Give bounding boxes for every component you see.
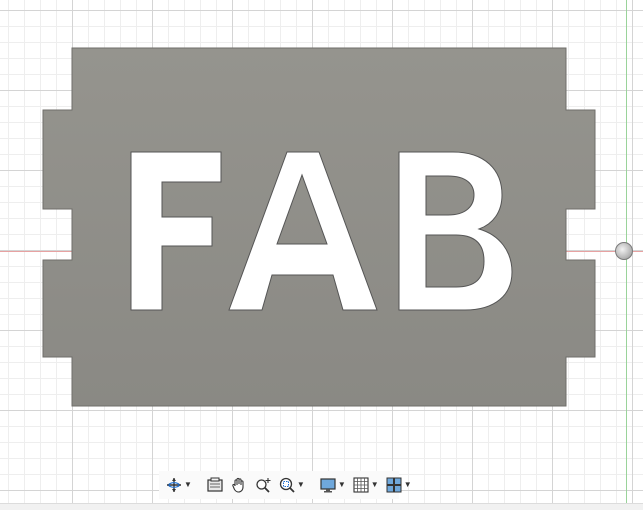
grid-settings-button[interactable]: ▼ [350, 473, 381, 497]
chevron-down-icon[interactable]: ▼ [404, 481, 412, 489]
zoom-icon [256, 478, 271, 493]
display-settings-button[interactable]: ▼ [317, 473, 348, 497]
grid-icon [353, 477, 369, 493]
zoom-button[interactable] [252, 473, 274, 497]
viewports-icon [386, 477, 402, 493]
chevron-down-icon[interactable]: ▼ [184, 481, 192, 489]
orbit-icon [167, 478, 181, 492]
design-canvas[interactable] [0, 0, 643, 509]
chevron-down-icon[interactable]: ▼ [371, 481, 379, 489]
orbit-button[interactable]: ▼ [163, 473, 194, 497]
chevron-down-icon[interactable]: ▼ [338, 481, 346, 489]
look-at-button[interactable] [204, 473, 226, 497]
hand-icon [232, 477, 244, 493]
fit-button[interactable]: ▼ [276, 473, 307, 497]
part-model[interactable] [0, 0, 643, 509]
pan-button[interactable] [228, 473, 250, 497]
monitor-icon [320, 478, 336, 493]
chevron-down-icon[interactable]: ▼ [297, 481, 305, 489]
zoom-window-icon [279, 477, 295, 493]
origin-point-icon[interactable] [615, 242, 633, 260]
viewports-button[interactable]: ▼ [383, 473, 414, 497]
navigation-toolbar: ▼ ▼ ▼ ▼ ▼ [159, 471, 412, 499]
plate-body[interactable] [42, 47, 596, 407]
look-at-icon [207, 477, 223, 492]
